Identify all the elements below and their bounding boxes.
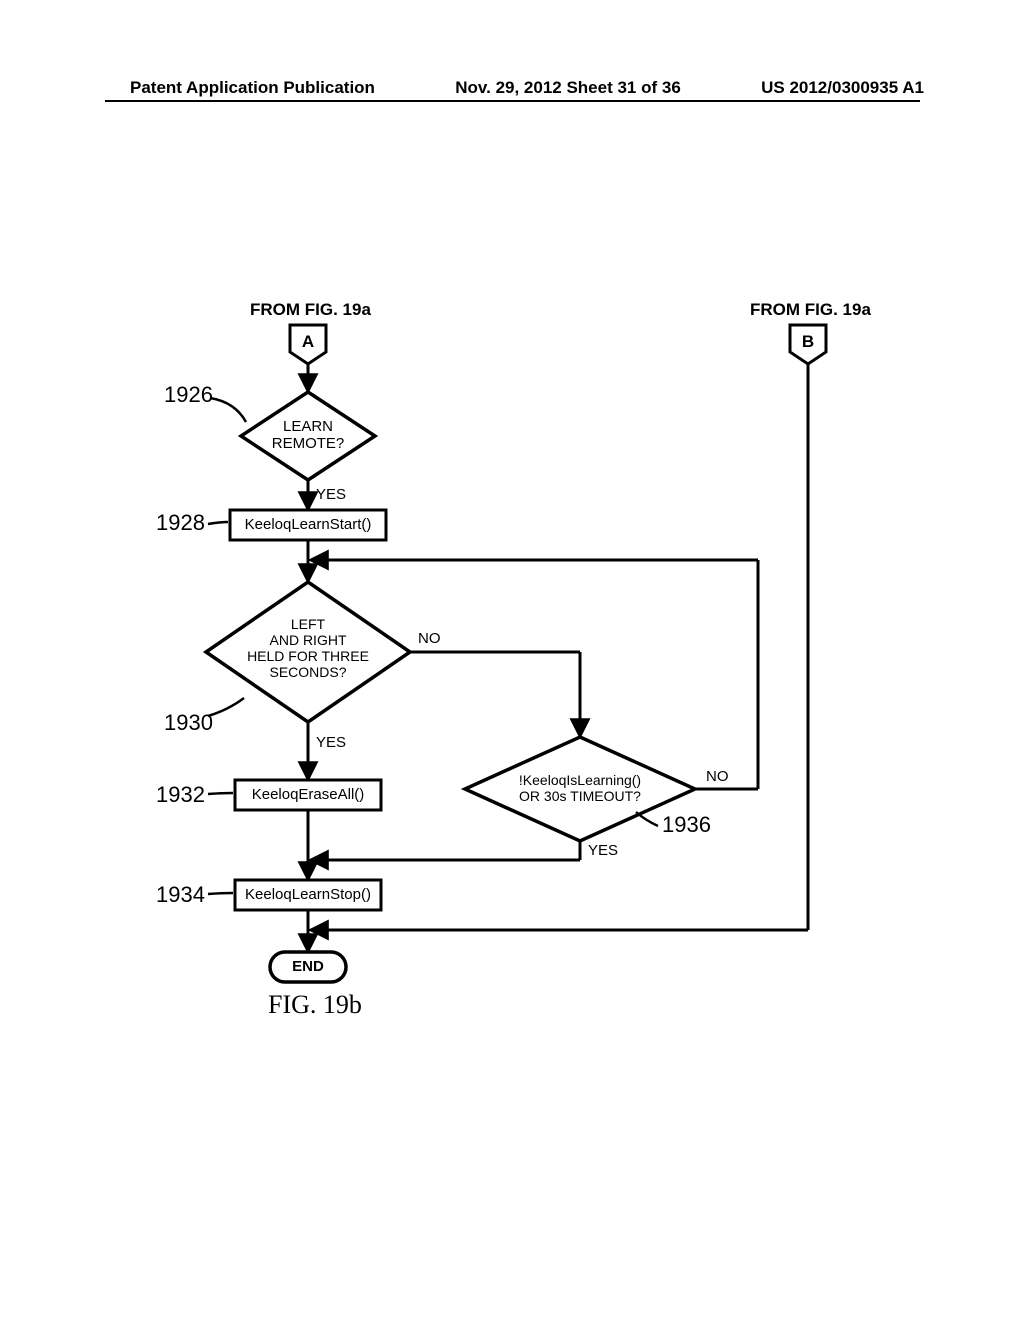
edge-yes-1: YES xyxy=(316,486,346,503)
header-rule xyxy=(105,100,920,102)
header-left: Patent Application Publication xyxy=(130,78,375,98)
process-learn-stop: KeeloqLearnStop() xyxy=(243,886,373,903)
from-label-a: FROM FIG. 19a xyxy=(250,300,371,320)
process-learn-start: KeeloqLearnStart() xyxy=(238,516,378,533)
terminator-end: END xyxy=(278,958,338,975)
decision-learn-remote: LEARNREMOTE? xyxy=(258,418,358,453)
process-erase-all: KeeloqEraseAll() xyxy=(243,786,373,803)
from-label-b: FROM FIG. 19a xyxy=(750,300,871,320)
ref-1936: 1936 xyxy=(662,812,711,838)
decision-timeout: !KeeloqIsLearning()OR 30s TIMEOUT? xyxy=(500,772,660,804)
ref-1928: 1928 xyxy=(156,510,205,536)
ref-1926: 1926 xyxy=(164,382,213,408)
connector-a: A xyxy=(298,332,318,352)
ref-1932: 1932 xyxy=(156,782,205,808)
connector-b: B xyxy=(798,332,818,352)
edge-no-2: NO xyxy=(706,768,729,785)
ref-1930: 1930 xyxy=(164,710,213,736)
header-right: US 2012/0300935 A1 xyxy=(761,78,924,98)
edge-yes-2: YES xyxy=(316,734,346,751)
flowchart: FROM FIG. 19a FROM FIG. 19a A B LEARNREM… xyxy=(150,290,890,1050)
figure-caption: FIG. 19b xyxy=(268,990,362,1020)
ref-1934: 1934 xyxy=(156,882,205,908)
edge-yes-3: YES xyxy=(588,842,618,859)
decision-held-three: LEFTAND RIGHTHELD FOR THREESECONDS? xyxy=(238,616,378,680)
header-center: Nov. 29, 2012 Sheet 31 of 36 xyxy=(455,78,681,98)
page-header: Patent Application Publication Nov. 29, … xyxy=(0,78,1024,98)
edge-no-1: NO xyxy=(418,630,441,647)
